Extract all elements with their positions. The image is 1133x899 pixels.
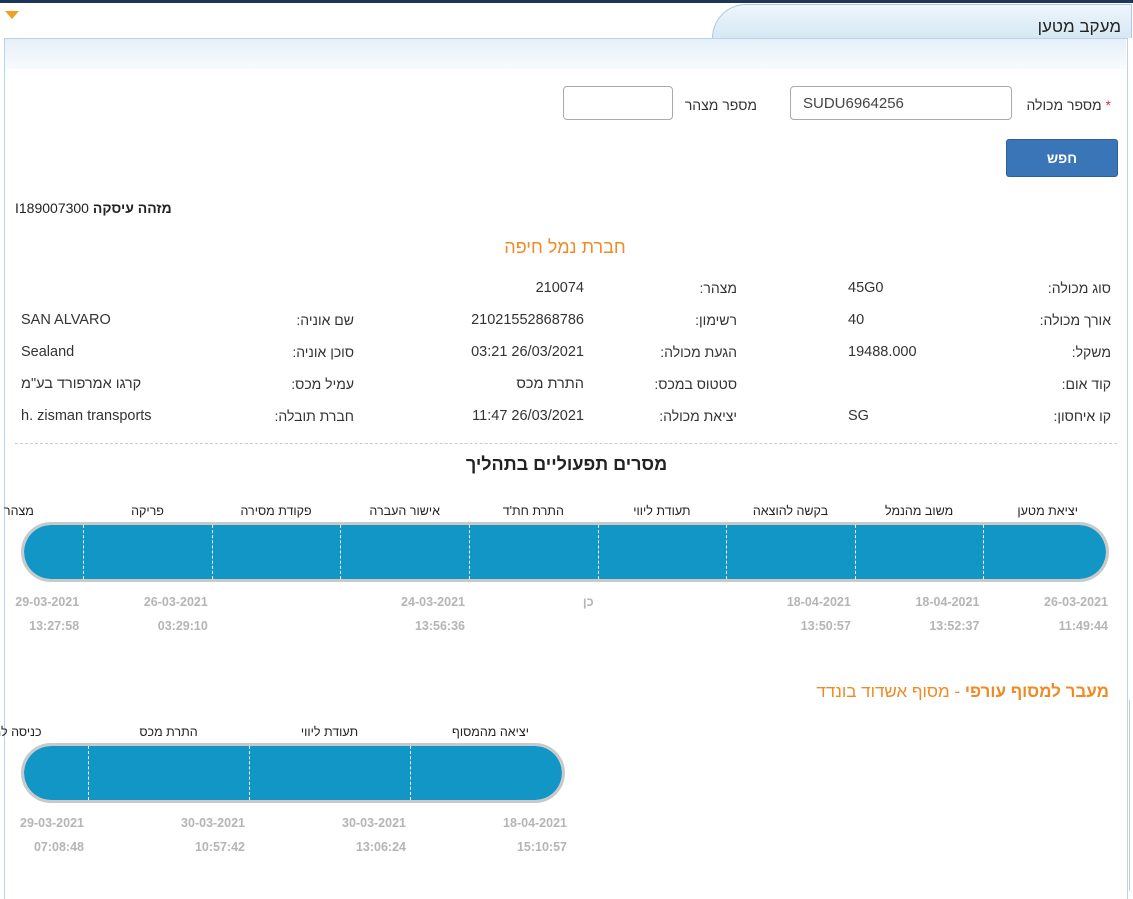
stage-divider — [340, 525, 342, 579]
detail-label: הגעת מכולה: — [660, 344, 737, 360]
stage-divider — [597, 525, 600, 579]
stage-time: 13:56:36 — [414, 619, 465, 633]
right-divider — [1129, 700, 1130, 891]
stage-label: אישור העברה — [369, 504, 440, 518]
manifest-number-label: מספר מצהר — [684, 97, 757, 113]
detail-label: סוכן אוניה: — [292, 344, 354, 360]
detail-label: קוד אום: — [1061, 376, 1111, 392]
stage-date: 30-03-2021 — [181, 816, 245, 830]
detail-label: סוג מכולה: — [1047, 280, 1111, 296]
stage-divider — [249, 746, 251, 800]
stage-date: 26-03-2021 — [143, 595, 208, 609]
stage-time: 11:49:44 — [1058, 619, 1108, 633]
detail-value: 21021552868786 — [471, 312, 584, 328]
detail-value: קרגו אמרפורד בע"מ — [21, 376, 142, 392]
process-progress-bar — [21, 522, 1109, 582]
stage-time: 13:06:24 — [355, 840, 406, 854]
stage-label: התרת מכס — [139, 725, 198, 739]
stage-divider — [469, 525, 471, 579]
stage-label: תעודת ליווי — [300, 725, 359, 739]
detail-label: מצהר: — [699, 280, 738, 296]
stage-label: יציאה מהמסוף — [452, 725, 529, 739]
title-tab: מעקב מטען — [712, 4, 1132, 38]
manifest-number-input[interactable] — [563, 86, 673, 120]
terminal-title-main: מעבר למסוף עורפי — [964, 682, 1109, 701]
stage-time: 13:52:37 — [929, 619, 980, 633]
detail-label: רשימון: — [695, 312, 737, 328]
stage-time: 13:50:57 — [800, 619, 851, 633]
stage-time: 13:27:58 — [29, 619, 80, 633]
container-number-input[interactable] — [790, 86, 1012, 120]
container-number-label: * מספר מכולה — [1026, 97, 1111, 113]
stage-date: 18-04-2021 — [786, 595, 851, 609]
process-title: מסרים תפעוליים בתהליך — [465, 454, 668, 474]
transaction-id: I189007300 מזהה עיסקה — [15, 200, 172, 216]
stage-divider — [854, 525, 857, 579]
transaction-id-label: מזהה עיסקה — [92, 200, 172, 216]
detail-value: 26/03/2021 11:47 — [472, 408, 584, 424]
stage-label: משוב מהנמל — [884, 504, 954, 518]
transaction-id-value: I189007300 — [15, 200, 89, 216]
detail-label: יציאת מכולה: — [659, 408, 737, 424]
detail-label: שם אוניה: — [296, 312, 354, 328]
stage-time: 15:10:57 — [516, 840, 567, 854]
detail-value: התרת מכס — [516, 376, 584, 392]
stage-label: תעודת ליווי — [633, 504, 691, 518]
detail-value: 19488.000 — [848, 344, 917, 360]
stage-time: 10:57:42 — [194, 840, 245, 854]
detail-value: Sealand — [21, 344, 75, 360]
stage-divider — [83, 525, 85, 579]
search-button[interactable]: חפש — [1006, 139, 1118, 177]
stage-date: 30-03-2021 — [342, 816, 406, 830]
stage-date: 29-03-2021 — [20, 816, 84, 830]
stage-divider — [88, 746, 90, 800]
detail-value: SG — [848, 408, 869, 424]
detail-value: 40 — [848, 312, 865, 328]
detail-label: משקל: — [1071, 344, 1111, 360]
panel-header-strip — [5, 39, 1126, 69]
page-title: מעקב מטען — [1037, 17, 1121, 36]
stage-label: פריקה — [131, 504, 164, 518]
dashed-separator — [15, 443, 1117, 444]
terminal-title: מעבר למסוף עורפי - מסוף אשדוד בונדד — [816, 682, 1109, 701]
stage-label: מצהר — [3, 504, 34, 518]
top-border — [0, 0, 1133, 3]
detail-label: סטטוס במכס: — [654, 376, 737, 392]
detail-label: קו איחסון: — [1053, 408, 1112, 424]
stage-date: 18-04-2021 — [503, 816, 567, 830]
detail-label: חברת תובלה: — [274, 408, 354, 424]
stage-time: 03:29:10 — [157, 619, 208, 633]
stage-divider — [983, 525, 985, 579]
stage-divider — [211, 525, 214, 579]
stage-label: בקשה להוצאה — [752, 504, 829, 518]
detail-value: 45G0 — [848, 280, 884, 296]
detail-label: עמיל מכס: — [291, 376, 354, 392]
terminal-progress-bar — [21, 743, 565, 803]
detail-value: 26/03/2021 03:21 — [471, 344, 584, 360]
stage-divider — [410, 746, 412, 800]
detail-label: אורך מכולה: — [1039, 312, 1111, 328]
stage-divider — [726, 525, 728, 579]
required-mark: * — [1105, 97, 1111, 113]
stage-label: פקודת מסירה — [240, 504, 312, 518]
stage-label: כניסה למסוף — [0, 725, 42, 739]
detail-value: SAN ALVARO — [21, 312, 111, 328]
stage-date: 18-04-2021 — [915, 595, 980, 609]
stage-date: 29-03-2021 — [15, 595, 80, 609]
stage-date: 24-03-2021 — [401, 595, 465, 609]
stage-date: כן — [582, 595, 594, 609]
stage-label: יציאת מטען — [1017, 504, 1078, 518]
company-name: חברת נמל חיפה — [504, 237, 626, 257]
stage-date: 26-03-2021 — [1044, 595, 1108, 609]
detail-value: h. zisman transports — [21, 408, 152, 424]
stage-label: התרת חת'ד — [502, 504, 564, 518]
terminal-name: מסוף אשדוד בונדד — [816, 682, 950, 701]
detail-value: 210074 — [535, 280, 584, 296]
stage-time: 07:08:48 — [33, 840, 84, 854]
collapse-arrow-icon[interactable] — [5, 11, 19, 19]
